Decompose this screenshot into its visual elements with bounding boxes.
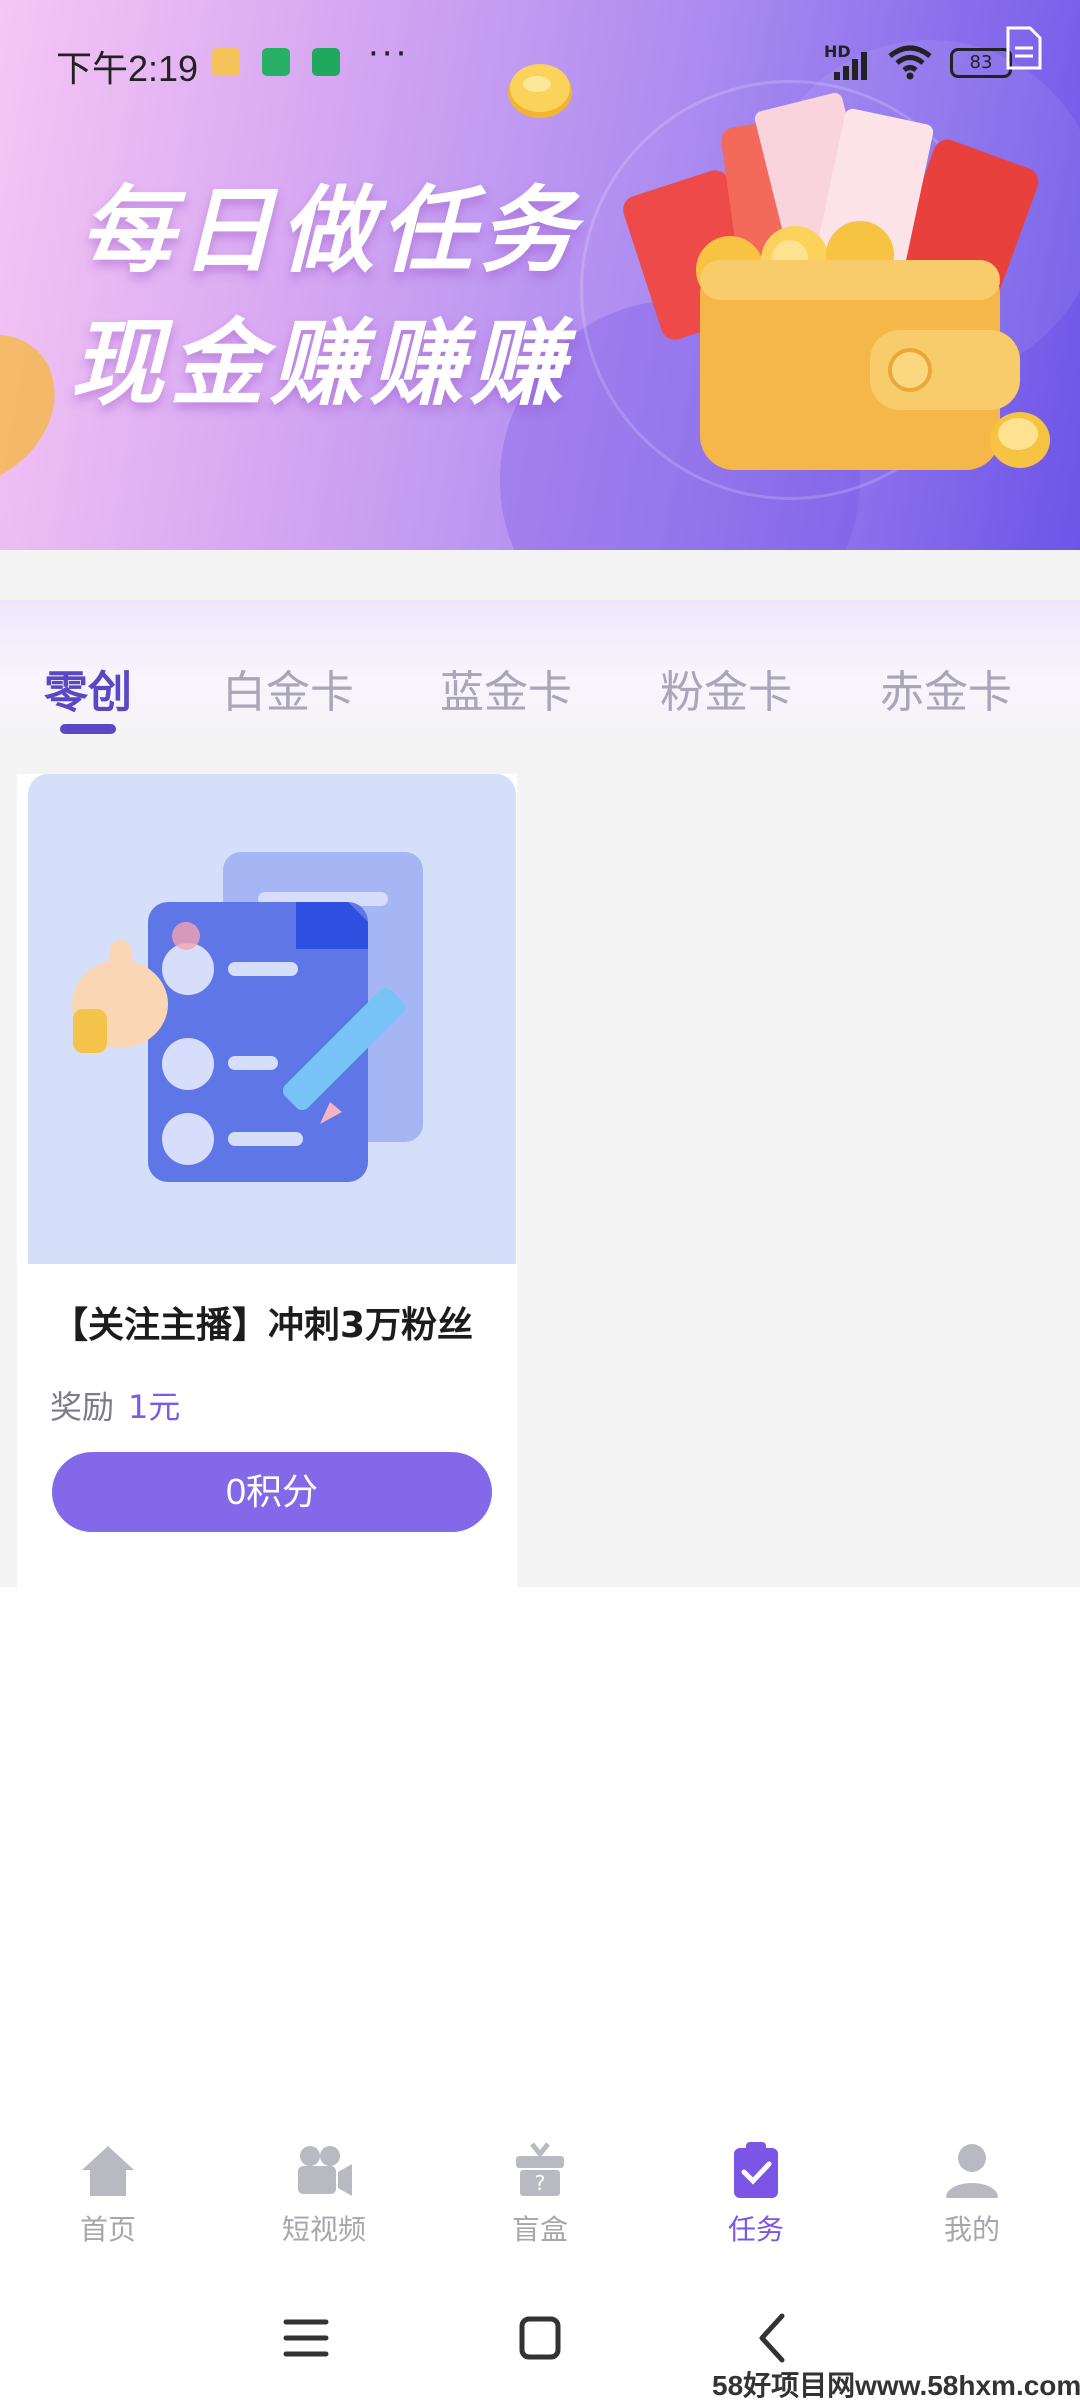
nav-label-short-video: 短视频 bbox=[281, 2213, 366, 2246]
banner-subtitle: 现金赚赚赚 bbox=[70, 310, 571, 419]
watermark: 58好项目网www.58hxm.com bbox=[712, 2370, 1080, 2400]
nav-item-mystery-box[interactable]: ? 盲盒 bbox=[470, 2140, 610, 2260]
reward-value: 1元 bbox=[128, 1388, 181, 1426]
home-icon bbox=[82, 2146, 134, 2196]
back-icon[interactable] bbox=[744, 2310, 804, 2366]
tab-platinum-card[interactable]: 白金卡 bbox=[222, 656, 354, 720]
battery-icon: 83 bbox=[950, 48, 1012, 78]
status-bar: 下午2:19 ··· HD 83 bbox=[0, 0, 1080, 120]
active-tab-indicator bbox=[60, 724, 116, 734]
svg-text:?: ? bbox=[535, 2171, 546, 2195]
download-notification-icon bbox=[312, 48, 340, 76]
banner-title: 每日做任务 bbox=[80, 177, 581, 286]
signal-icon bbox=[834, 52, 867, 80]
menu-icon[interactable] bbox=[276, 2310, 336, 2366]
home-square-icon[interactable] bbox=[510, 2310, 570, 2366]
reward-label: 奖励 bbox=[50, 1388, 115, 1426]
document-icon[interactable] bbox=[1004, 24, 1044, 72]
app-notification-icon bbox=[262, 48, 290, 76]
tab-pink-gold-card[interactable]: 粉金卡 bbox=[660, 656, 792, 720]
mystery-box-icon: ? bbox=[516, 2142, 564, 2196]
wallet-money-icon bbox=[623, 93, 1050, 470]
notes-notification-icon bbox=[212, 48, 240, 76]
status-time: 下午2:19 bbox=[56, 48, 199, 89]
nav-label-mystery-box: 盲盒 bbox=[511, 2213, 568, 2246]
user-icon bbox=[946, 2144, 998, 2198]
task-image bbox=[28, 774, 516, 1264]
task-clipboard-icon bbox=[734, 2142, 778, 2198]
heart-coin-icon bbox=[0, 335, 55, 476]
banner[interactable]: 每日做任务 现金赚赚赚 下午2:19 ··· HD 83 bbox=[0, 0, 1080, 550]
nav-label-tasks: 任务 bbox=[727, 2213, 784, 2246]
nav-item-mine[interactable]: 我的 bbox=[902, 2140, 1042, 2260]
nav-item-short-video[interactable]: 短视频 bbox=[254, 2140, 394, 2260]
video-camera-icon bbox=[298, 2146, 352, 2196]
nav-item-tasks[interactable]: 任务 bbox=[686, 2140, 826, 2260]
task-title: 【关注主播】冲刺3万粉丝 bbox=[52, 1305, 474, 1346]
task-checklist-icon bbox=[72, 852, 423, 1182]
points-button[interactable]: 0积分 bbox=[52, 1452, 492, 1532]
more-notifications-icon: ··· bbox=[368, 34, 410, 74]
tab-lingchuang[interactable]: 零创 bbox=[44, 656, 132, 720]
wifi-icon bbox=[888, 45, 932, 80]
nav-label-mine: 我的 bbox=[943, 2213, 1000, 2246]
nav-item-home[interactable]: 首页 bbox=[38, 2140, 178, 2260]
tab-blue-gold-card[interactable]: 蓝金卡 bbox=[440, 656, 572, 720]
tab-red-gold-card[interactable]: 赤金卡 bbox=[880, 656, 1012, 720]
nav-label-home: 首页 bbox=[79, 2213, 136, 2246]
